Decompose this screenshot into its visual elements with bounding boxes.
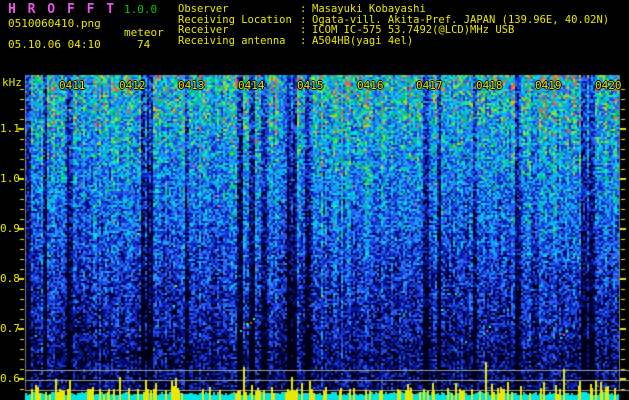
time-tick-label-0414: 0414 <box>238 79 265 92</box>
spectrogram-canvas <box>0 0 629 400</box>
freq-tick-label-0-9: 0.9 <box>0 222 20 235</box>
freq-unit-label: kHz <box>2 76 22 89</box>
mode-label: meteor <box>124 26 164 39</box>
echo-count: 74 <box>137 38 151 51</box>
info-separator: : <box>300 34 307 47</box>
time-tick-label-0420: 0420 <box>595 79 622 92</box>
freq-tick-label-0-7: 0.7 <box>0 322 20 335</box>
freq-tick-label-0-8: 0.8 <box>0 272 20 285</box>
info-panel: Observer : Masayuki Kobayashi Receiving … <box>178 4 609 46</box>
time-tick-label-0413: 0413 <box>178 79 205 92</box>
hrofft-screen: H R O F F T 1.0.0 0510060410.png meteor … <box>0 0 629 400</box>
app-title: H R O F F T <box>8 2 117 17</box>
time-tick-label-0419: 0419 <box>535 79 562 92</box>
freq-tick-label-1-0: 1.0 <box>0 172 20 185</box>
time-tick-label-0416: 0416 <box>357 79 384 92</box>
info-label: Receiving antenna <box>178 34 286 47</box>
info-row-antenna: Receiving antenna : A504HB(yagi 4el) <box>178 34 609 47</box>
info-value: Masayuki Kobayashi <box>312 3 426 15</box>
app-version: 1.0.0 <box>124 3 158 16</box>
output-filename: 0510060410.png <box>8 17 101 30</box>
info-separator: : <box>300 24 307 36</box>
info-row-receiver: Receiver : ICOM IC-575 53.7492(@LCD)MHz … <box>178 25 609 36</box>
time-tick-label-0418: 0418 <box>476 79 503 92</box>
time-tick-label-0415: 0415 <box>297 79 324 92</box>
info-label: Receiver <box>178 24 229 36</box>
freq-tick-label-0-6: 0.6 <box>0 372 20 385</box>
freq-tick-label-1-1: 1.1 <box>0 122 20 135</box>
info-value: ICOM IC-575 53.7492(@LCD)MHz USB <box>312 24 515 36</box>
info-value: A504HB(yagi 4el) <box>312 34 414 47</box>
info-label: Observer <box>178 3 229 15</box>
time-tick-label-0411: 0411 <box>59 79 86 92</box>
info-row-observer: Observer : Masayuki Kobayashi <box>178 4 609 15</box>
info-separator: : <box>300 3 307 15</box>
time-tick-label-0412: 0412 <box>119 79 146 92</box>
datetime-label: 05.10.06 04:10 <box>8 38 101 51</box>
time-tick-label-0417: 0417 <box>416 79 443 92</box>
